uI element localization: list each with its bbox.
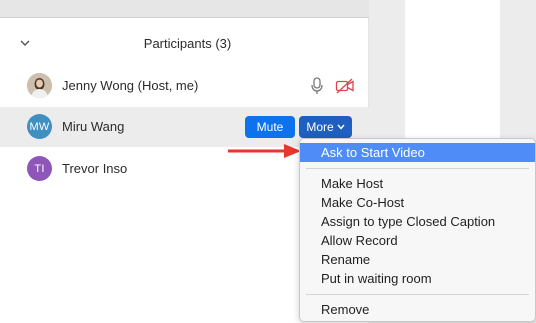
participant-name: Trevor Inso xyxy=(62,161,128,176)
red-arrow-icon xyxy=(228,143,302,164)
background-card xyxy=(405,0,500,140)
menu-item-ask-to-start-video[interactable]: Ask to Start Video xyxy=(300,143,535,162)
chevron-down-icon xyxy=(337,124,345,130)
menu-item-assign-closed-caption[interactable]: Assign to type Closed Caption xyxy=(300,212,535,231)
more-button-label: More xyxy=(306,120,334,134)
avatar: MW xyxy=(27,114,52,139)
menu-item-allow-record[interactable]: Allow Record xyxy=(300,231,535,250)
participant-name: Miru Wang xyxy=(62,119,125,134)
window-titlebar xyxy=(0,0,369,18)
menu-item-rename[interactable]: Rename xyxy=(300,250,535,269)
avatar-photo xyxy=(27,73,52,98)
menu-item-make-co-host[interactable]: Make Co-Host xyxy=(300,193,535,212)
menu-item-put-in-waiting-room[interactable]: Put in waiting room xyxy=(300,269,535,288)
participant-row-jenny[interactable]: Jenny Wong (Host, me) xyxy=(0,66,369,106)
more-button[interactable]: More xyxy=(299,116,352,138)
avatar: TI xyxy=(27,156,52,181)
participant-name: Jenny Wong (Host, me) xyxy=(62,78,199,93)
menu-divider xyxy=(306,168,529,169)
microphone-icon[interactable] xyxy=(310,77,324,95)
video-off-icon[interactable] xyxy=(335,78,355,94)
menu-item-make-host[interactable]: Make Host xyxy=(300,174,535,193)
menu-item-remove[interactable]: Remove xyxy=(300,300,535,319)
more-dropdown-menu: Ask to Start Video Make Host Make Co-Hos… xyxy=(299,138,536,322)
menu-divider xyxy=(306,294,529,295)
mute-button[interactable]: Mute xyxy=(245,116,295,138)
panel-title: Participants (3) xyxy=(143,36,232,51)
